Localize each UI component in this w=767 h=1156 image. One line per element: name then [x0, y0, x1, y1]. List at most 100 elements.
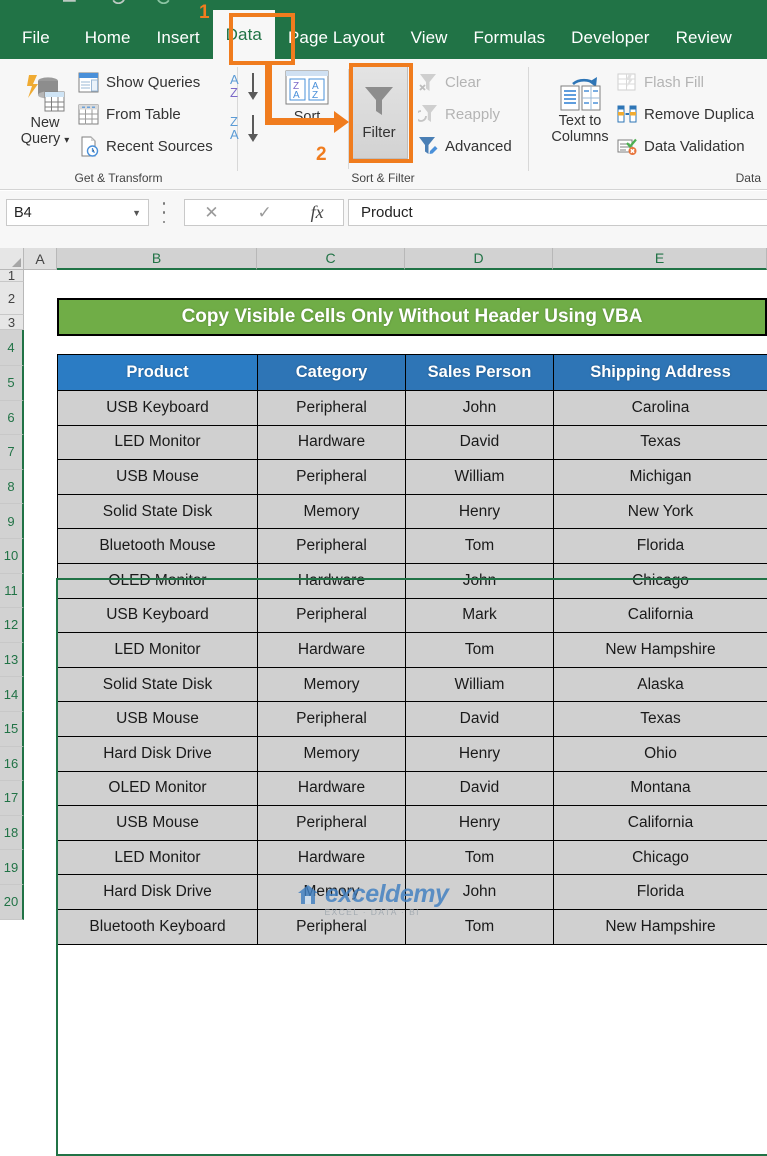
table-cell[interactable]: New Hampshire — [554, 909, 767, 944]
filter-button[interactable]: Filter — [350, 65, 408, 159]
remove-duplicates-button[interactable]: Remove Duplica — [617, 104, 754, 124]
table-cell[interactable]: Solid State Disk — [58, 667, 258, 702]
tab-developer[interactable]: Developer — [558, 28, 662, 59]
row-header-2[interactable]: 2 — [0, 282, 24, 315]
table-cell[interactable]: Tom — [406, 840, 554, 875]
row-header-11[interactable]: 11 — [0, 574, 24, 609]
table-cell[interactable]: Hardware — [258, 771, 406, 806]
table-cell[interactable]: William — [406, 460, 554, 495]
undo-icon[interactable] — [108, 0, 126, 4]
table-cell[interactable]: USB Mouse — [58, 806, 258, 841]
row-header-14[interactable]: 14 — [0, 677, 24, 712]
row-header-15[interactable]: 15 — [0, 712, 24, 747]
tab-file[interactable]: File — [0, 28, 72, 59]
tab-insert[interactable]: Insert — [144, 28, 213, 59]
table-cell[interactable]: Hardware — [258, 425, 406, 460]
sort-descending-button[interactable]: Z A — [229, 111, 263, 152]
table-cell[interactable]: John — [406, 563, 554, 598]
text-to-columns-button[interactable]: Text to Columns — [543, 73, 617, 145]
table-cell[interactable]: Hardware — [258, 840, 406, 875]
title-banner[interactable]: Copy Visible Cells Only Without Header U… — [57, 298, 767, 336]
table-cell[interactable]: Hard Disk Drive — [58, 736, 258, 771]
table-cell[interactable]: Henry — [406, 494, 554, 529]
table-cell[interactable]: Peripheral — [258, 391, 406, 426]
table-cell[interactable]: William — [406, 667, 554, 702]
table-cell[interactable]: Tom — [406, 529, 554, 564]
row-header-9[interactable]: 9 — [0, 504, 24, 539]
table-cell[interactable]: Peripheral — [258, 806, 406, 841]
table-cell[interactable]: Chicago — [554, 563, 767, 598]
table-cell[interactable]: New Hampshire — [554, 633, 767, 668]
table-cell[interactable]: Memory — [258, 875, 406, 910]
tab-view[interactable]: View — [398, 28, 461, 59]
table-cell[interactable]: Ohio — [554, 736, 767, 771]
sort-button[interactable]: Z A A Z Sort — [274, 69, 340, 125]
table-cell[interactable]: New York — [554, 494, 767, 529]
formula-bar-grip[interactable] — [162, 202, 166, 223]
table-cell[interactable]: Memory — [258, 736, 406, 771]
row-header-20[interactable]: 20 — [0, 885, 24, 920]
table-cell[interactable]: Florida — [554, 875, 767, 910]
table-cell[interactable]: Florida — [554, 529, 767, 564]
cancel-icon[interactable]: ✕ — [204, 203, 218, 223]
tab-page-layout[interactable]: Page Layout — [275, 28, 398, 59]
check-icon[interactable]: ✓ — [257, 203, 271, 223]
tab-formulas[interactable]: Formulas — [461, 28, 559, 59]
table-cell[interactable]: Alaska — [554, 667, 767, 702]
recent-sources-button[interactable]: Recent Sources — [78, 136, 213, 157]
table-cell[interactable]: Texas — [554, 702, 767, 737]
table-cell[interactable]: USB Keyboard — [58, 391, 258, 426]
row-header-8[interactable]: 8 — [0, 470, 24, 505]
chevron-down-icon[interactable]: ▼ — [132, 208, 141, 218]
column-header-product[interactable]: Product — [58, 355, 258, 391]
sort-ascending-button[interactable]: A Z — [229, 69, 263, 110]
table-cell[interactable]: Carolina — [554, 391, 767, 426]
table-cell[interactable]: Tom — [406, 633, 554, 668]
row-header-4[interactable]: 4 — [0, 330, 24, 366]
row-header-3[interactable]: 3 — [0, 315, 24, 330]
row-header-6[interactable]: 6 — [0, 401, 24, 436]
tab-data[interactable]: Data — [213, 10, 275, 59]
from-table-button[interactable]: From Table — [78, 104, 181, 125]
table-cell[interactable]: David — [406, 771, 554, 806]
table-cell[interactable]: David — [406, 702, 554, 737]
row-header-12[interactable]: 12 — [0, 608, 24, 643]
data-validation-button[interactable]: Data Validation — [617, 136, 745, 156]
table-cell[interactable]: USB Mouse — [58, 702, 258, 737]
row-header-7[interactable]: 7 — [0, 435, 24, 470]
table-cell[interactable]: Peripheral — [258, 909, 406, 944]
row-header-10[interactable]: 10 — [0, 539, 24, 574]
table-cell[interactable]: LED Monitor — [58, 633, 258, 668]
table-cell[interactable]: OLED Monitor — [58, 563, 258, 598]
redo-icon[interactable] — [156, 0, 174, 4]
table-cell[interactable]: Solid State Disk — [58, 494, 258, 529]
table-cell[interactable]: Chicago — [554, 840, 767, 875]
table-cell[interactable]: Bluetooth Keyboard — [58, 909, 258, 944]
table-cell[interactable]: Bluetooth Mouse — [58, 529, 258, 564]
table-cell[interactable]: David — [406, 425, 554, 460]
save-icon[interactable] — [60, 0, 78, 4]
chevron-down-icon[interactable]: ▾ — [64, 135, 69, 146]
fx-icon[interactable]: fx — [311, 202, 324, 223]
select-all-corner[interactable] — [0, 248, 24, 270]
table-cell[interactable]: Memory — [258, 667, 406, 702]
table-cell[interactable]: John — [406, 875, 554, 910]
table-cell[interactable]: Henry — [406, 806, 554, 841]
table-cell[interactable]: Hard Disk Drive — [58, 875, 258, 910]
row-header-1[interactable]: 1 — [0, 270, 24, 282]
row-header-17[interactable]: 17 — [0, 781, 24, 816]
table-cell[interactable]: Peripheral — [258, 598, 406, 633]
column-header-c[interactable]: C — [257, 248, 405, 270]
row-header-19[interactable]: 19 — [0, 850, 24, 885]
advanced-filter-button[interactable]: Advanced — [418, 136, 512, 156]
table-cell[interactable]: USB Keyboard — [58, 598, 258, 633]
formula-input[interactable]: Product — [348, 199, 767, 226]
table-cell[interactable]: Texas — [554, 425, 767, 460]
column-header-a[interactable]: A — [24, 248, 57, 270]
table-cell[interactable]: LED Monitor — [58, 425, 258, 460]
table-cell[interactable]: Peripheral — [258, 702, 406, 737]
table-cell[interactable]: Mark — [406, 598, 554, 633]
table-cell[interactable]: Peripheral — [258, 529, 406, 564]
table-cell[interactable]: California — [554, 806, 767, 841]
table-cell[interactable]: LED Monitor — [58, 840, 258, 875]
